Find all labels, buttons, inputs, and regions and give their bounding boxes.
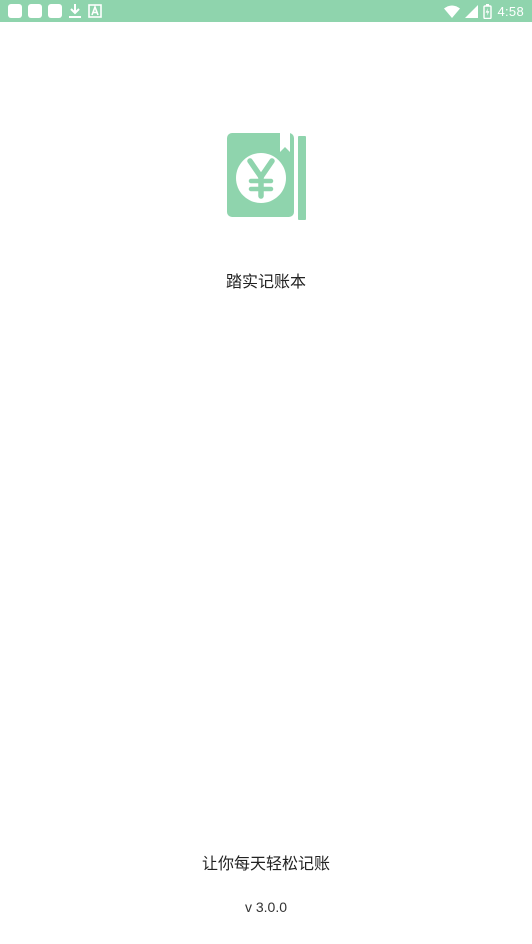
status-bar-time: 4:58 [497, 3, 524, 19]
version-label: v 3.0.0 [244, 899, 288, 915]
signal-icon [465, 4, 479, 18]
status-bar-notifications [8, 0, 102, 22]
notification-square-icon [8, 4, 22, 18]
status-bar: 4:58 [0, 0, 532, 22]
download-icon [69, 4, 81, 18]
text-a-icon [88, 4, 102, 18]
notification-square-icon [48, 4, 62, 18]
notification-square-icon [28, 4, 42, 18]
slogan: 让你每天轻松记账 [201, 854, 330, 873]
yen-book-icon [227, 133, 306, 220]
battery-icon [483, 3, 493, 19]
status-bar-system: 4:58 [444, 0, 524, 22]
app-name: 踏实记账本 [225, 272, 306, 291]
wifi-icon [444, 5, 461, 18]
